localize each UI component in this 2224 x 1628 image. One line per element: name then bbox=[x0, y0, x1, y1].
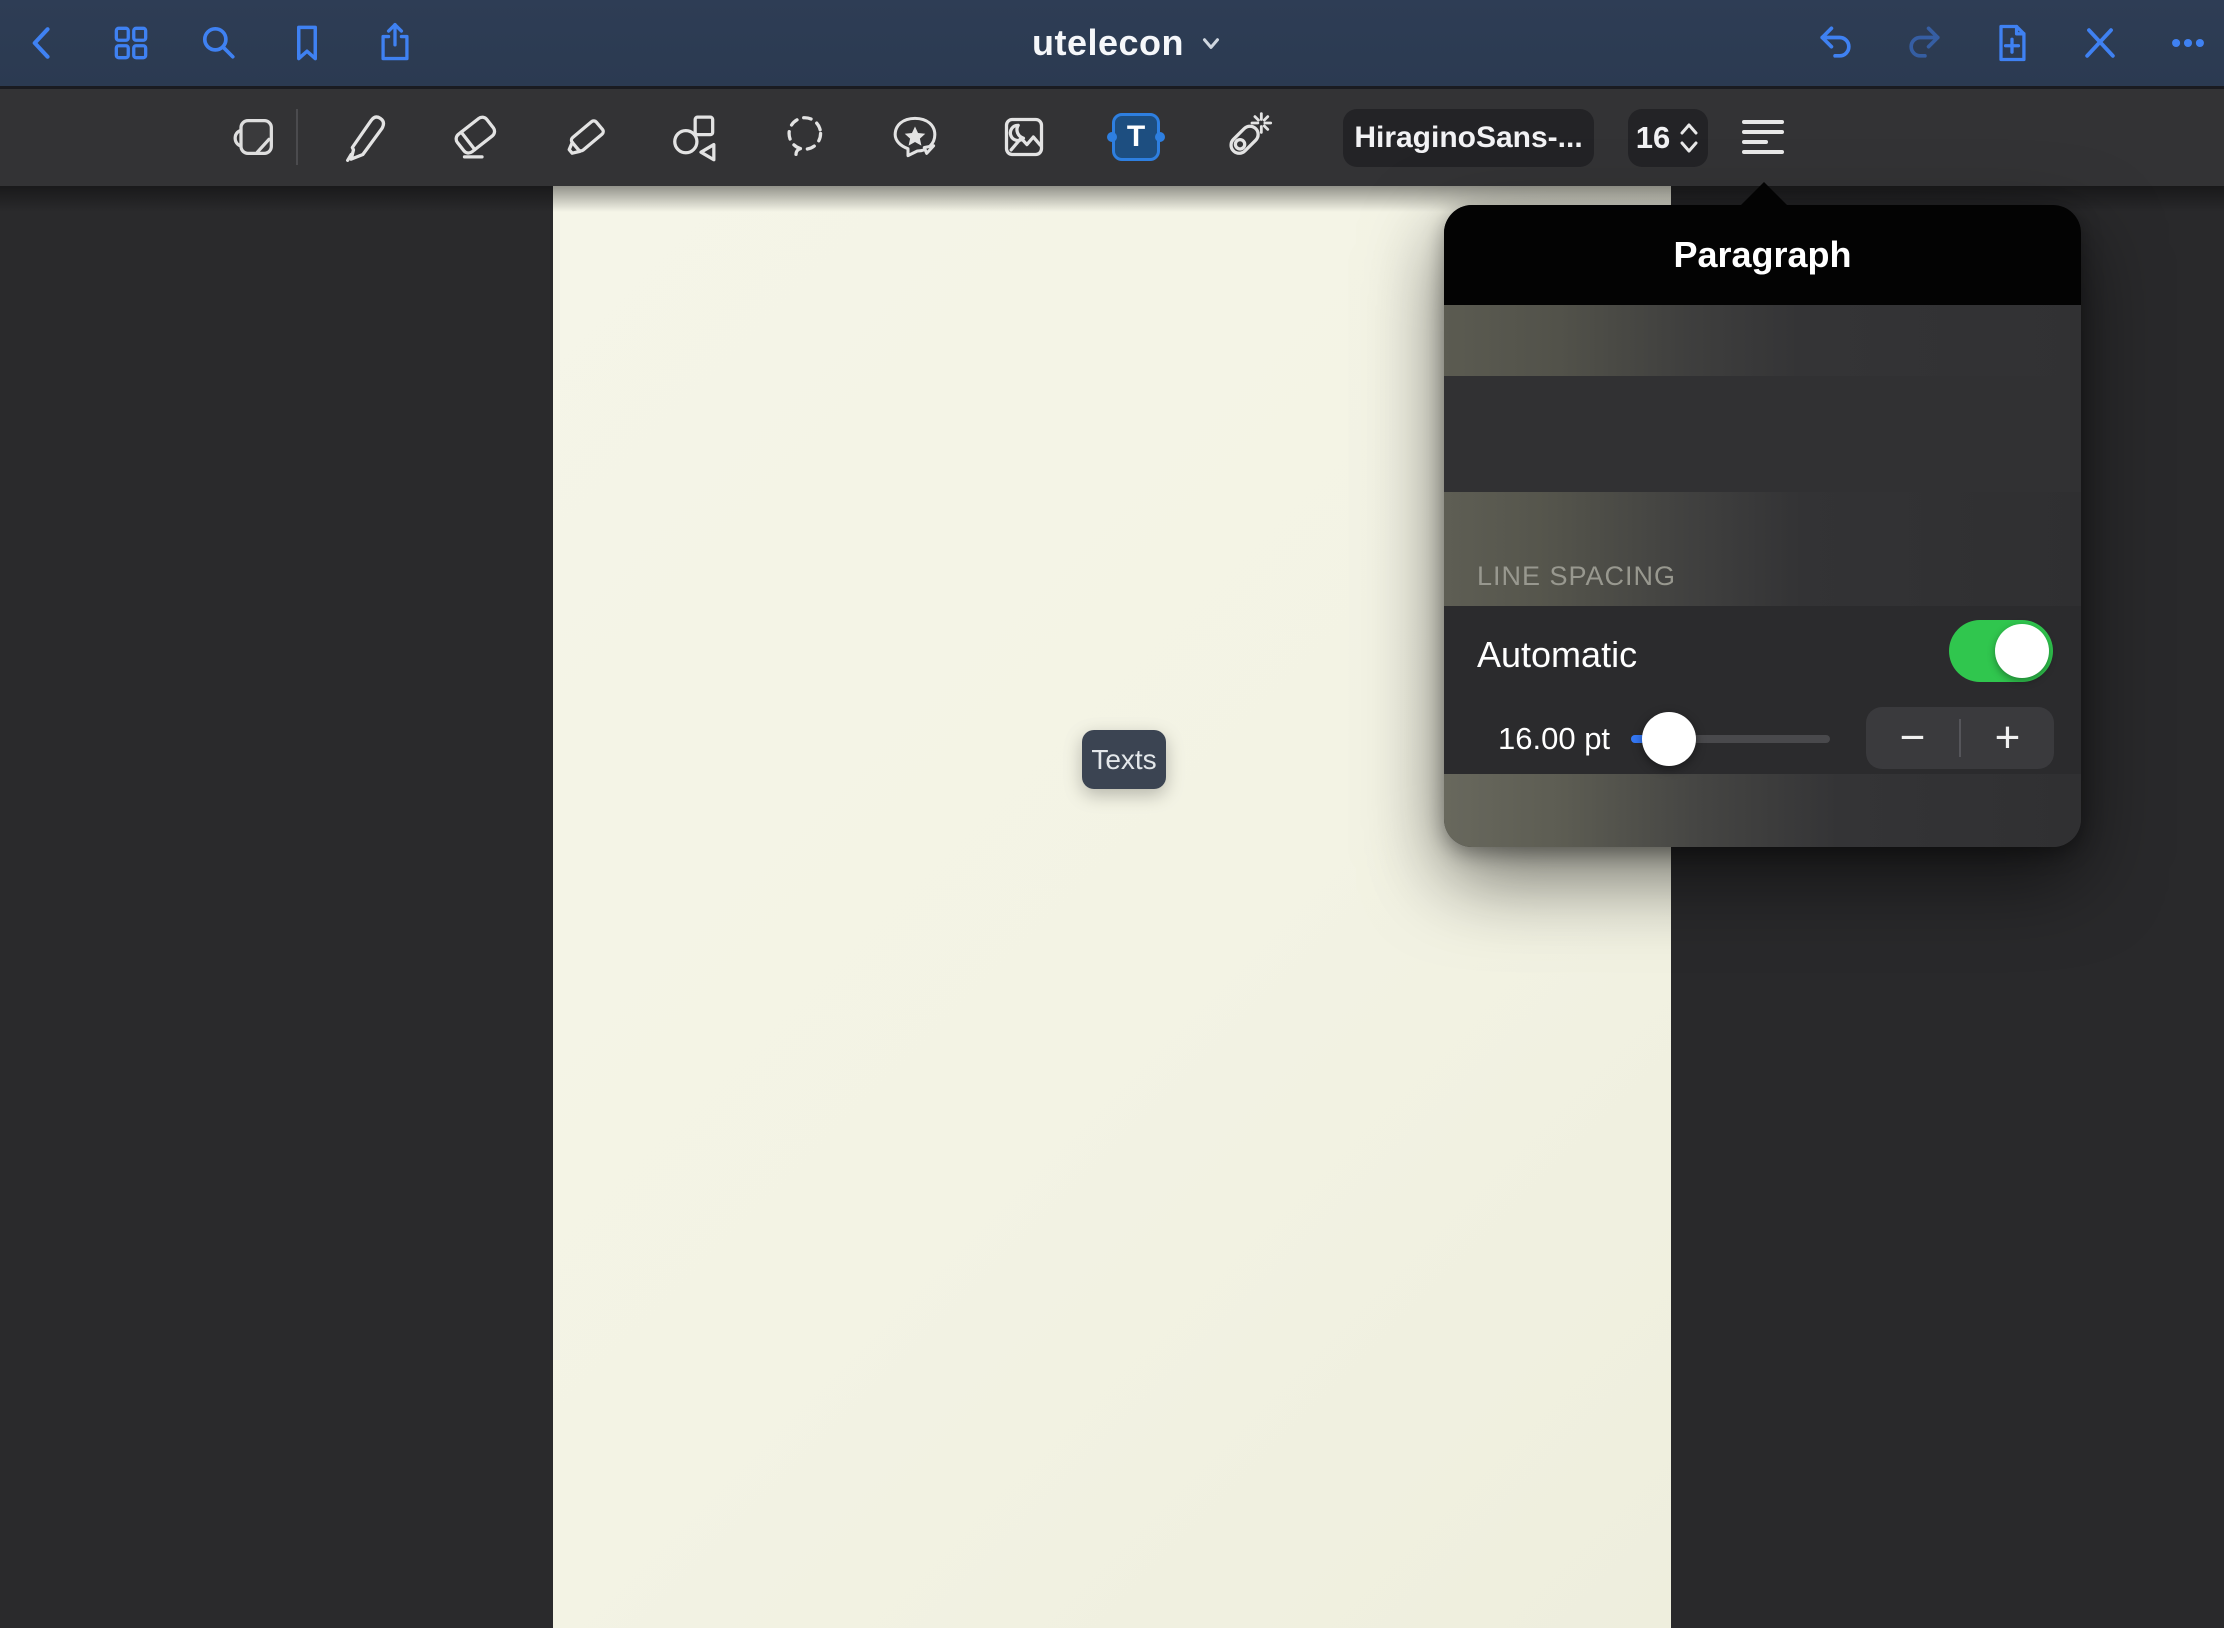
undo-icon bbox=[1814, 21, 1858, 65]
shapes-icon bbox=[666, 109, 722, 165]
lasso-tool-button[interactable] bbox=[778, 103, 834, 171]
canvas-background-left bbox=[0, 186, 553, 1628]
automatic-label: Automatic bbox=[1477, 634, 1637, 676]
scribble-tool-icon bbox=[227, 109, 283, 165]
document-title: utelecon bbox=[1032, 22, 1184, 64]
texts-tooltip[interactable]: Texts bbox=[1082, 730, 1166, 789]
add-page-button[interactable] bbox=[1990, 21, 2034, 65]
line-spacing-section-band: LINE SPACING bbox=[1444, 492, 2081, 606]
laser-pointer-tool-button[interactable] bbox=[1217, 103, 1273, 171]
tool-toolbar: T HiraginoSans-... 16 bbox=[0, 89, 2224, 186]
automatic-row: Automatic bbox=[1444, 606, 2081, 704]
navbar: utelecon bbox=[0, 0, 2224, 89]
exit-edit-button[interactable] bbox=[2078, 21, 2122, 65]
popover-header: Paragraph bbox=[1444, 205, 2081, 305]
undo-button[interactable] bbox=[1814, 21, 1858, 65]
pen-tool-button[interactable] bbox=[336, 103, 392, 171]
goodnotes-app: utelecon bbox=[0, 0, 2224, 1628]
back-icon bbox=[21, 21, 65, 65]
lasso-icon bbox=[778, 109, 834, 165]
stepper-chevrons-icon bbox=[1678, 121, 1700, 155]
paragraph-popover: Paragraph LINE SPACING Automatic bbox=[1444, 205, 2081, 847]
stickers-tool-button[interactable] bbox=[887, 103, 943, 171]
navbar-left-group bbox=[21, 0, 417, 86]
add-page-icon bbox=[1990, 21, 2034, 65]
highlighter-tool-button[interactable] bbox=[558, 103, 614, 171]
highlighter-icon bbox=[558, 109, 614, 165]
increase-spacing-button[interactable]: + bbox=[1961, 707, 2054, 769]
eraser-tool-button[interactable] bbox=[447, 103, 503, 171]
scribble-tool-button[interactable] bbox=[227, 103, 283, 171]
toolbar-divider bbox=[296, 109, 298, 165]
more-icon bbox=[2166, 21, 2210, 65]
text-tool-button[interactable]: T bbox=[1108, 103, 1164, 171]
automatic-toggle[interactable] bbox=[1949, 620, 2053, 682]
texts-tooltip-label: Texts bbox=[1091, 744, 1156, 776]
font-family-label: HiraginoSans-... bbox=[1354, 121, 1582, 155]
exit-edit-icon bbox=[2078, 21, 2122, 65]
back-button[interactable] bbox=[21, 21, 65, 65]
decrease-spacing-button[interactable]: − bbox=[1866, 707, 1959, 769]
navbar-right-group bbox=[1814, 0, 2210, 86]
eraser-icon bbox=[447, 109, 503, 165]
line-spacing-value: 16.00 pt bbox=[1498, 721, 1610, 757]
image-icon bbox=[996, 109, 1052, 165]
toggle-knob bbox=[1995, 624, 2049, 678]
font-size-value: 16 bbox=[1636, 120, 1670, 156]
share-button[interactable] bbox=[373, 21, 417, 65]
thumbnails-button[interactable] bbox=[109, 21, 153, 65]
slider-thumb[interactable] bbox=[1642, 712, 1696, 766]
shapes-tool-button[interactable] bbox=[666, 103, 722, 171]
laser-pointer-icon bbox=[1217, 109, 1273, 165]
search-button[interactable] bbox=[197, 21, 241, 65]
popover-title: Paragraph bbox=[1673, 234, 1851, 276]
stickers-icon bbox=[887, 109, 943, 165]
font-family-button[interactable]: HiraginoSans-... bbox=[1343, 109, 1594, 167]
pages-grid-icon bbox=[109, 21, 153, 65]
popover-blur-band-top bbox=[1444, 305, 2081, 376]
bookmark-button[interactable] bbox=[285, 21, 329, 65]
popover-arrow bbox=[1740, 182, 1788, 206]
redo-icon bbox=[1902, 21, 1946, 65]
document-title-button[interactable]: utelecon bbox=[1032, 0, 1224, 86]
image-tool-button[interactable] bbox=[996, 103, 1052, 171]
line-spacing-slider[interactable] bbox=[1631, 704, 1830, 774]
bookmark-icon bbox=[285, 21, 329, 65]
share-icon bbox=[373, 21, 417, 65]
selection-handle-right bbox=[1155, 132, 1165, 142]
alignment-row bbox=[1444, 376, 2081, 492]
line-spacing-slider-row: 16.00 pt − + bbox=[1444, 704, 2081, 774]
popover-blur-band-bottom bbox=[1444, 774, 2081, 847]
search-icon bbox=[197, 21, 241, 65]
chevron-down-icon bbox=[1198, 30, 1224, 56]
paragraph-alignment-button[interactable] bbox=[1735, 103, 1791, 171]
align-left-icon bbox=[1742, 120, 1784, 154]
redo-button[interactable] bbox=[1902, 21, 1946, 65]
more-button[interactable] bbox=[2166, 21, 2210, 65]
text-tool-icon: T bbox=[1112, 113, 1160, 161]
line-spacing-stepper: − + bbox=[1866, 707, 2054, 769]
pen-icon bbox=[336, 109, 392, 165]
font-size-stepper[interactable]: 16 bbox=[1628, 109, 1708, 167]
line-spacing-section-label: LINE SPACING bbox=[1477, 561, 1676, 592]
selection-handle-left bbox=[1107, 132, 1117, 142]
